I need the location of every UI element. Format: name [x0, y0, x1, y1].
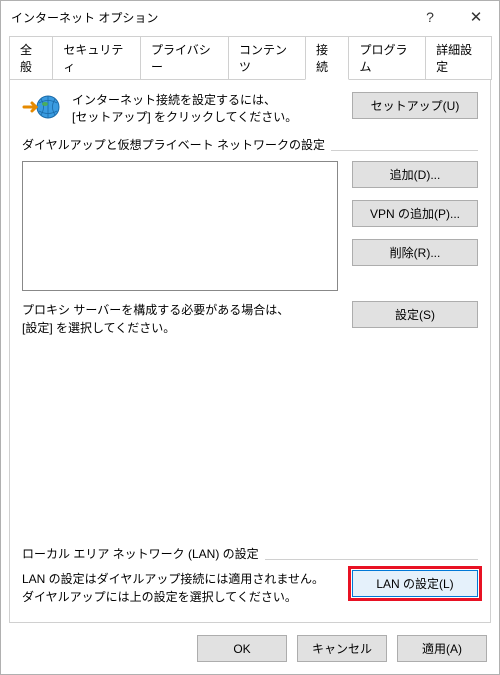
proxy-line2: [設定] を選択してください。 — [22, 319, 338, 337]
lan-line1: LAN の設定はダイヤルアップ接続には適用されません。 — [22, 570, 338, 588]
globe-icon — [22, 92, 62, 122]
window-title: インターネット オプション — [11, 9, 407, 26]
apply-button[interactable]: 適用(A) — [397, 635, 487, 662]
tab-content[interactable]: コンテンツ — [228, 36, 306, 80]
lan-settings-button[interactable]: LAN の設定(L) — [352, 570, 478, 597]
settings-button[interactable]: 設定(S) — [352, 301, 478, 328]
lan-group-label: ローカル エリア ネットワーク (LAN) の設定 — [22, 547, 265, 561]
setup-button[interactable]: セットアップ(U) — [352, 92, 478, 119]
client-area: 全般 セキュリティ プライバシー コンテンツ 接続 プログラム 詳細設定 インタ… — [1, 33, 499, 623]
proxy-line1: プロキシ サーバーを構成する必要がある場合は、 — [22, 301, 338, 319]
add-vpn-button[interactable]: VPN の追加(P)... — [352, 200, 478, 227]
dialup-group-label: ダイヤルアップと仮想プライベート ネットワークの設定 — [22, 138, 331, 152]
dialup-listbox[interactable] — [22, 161, 338, 291]
proxy-text: プロキシ サーバーを構成する必要がある場合は、 [設定] を選択してください。 — [22, 301, 338, 337]
lan-text: LAN の設定はダイヤルアップ接続には適用されません。 ダイヤルアップには上の設… — [22, 570, 338, 606]
setup-text: インターネット接続を設定するには、 [セットアップ] をクリックしてください。 — [72, 92, 342, 126]
remove-button[interactable]: 削除(R)... — [352, 239, 478, 266]
tab-general[interactable]: 全般 — [9, 36, 53, 80]
dialog-footer: OK キャンセル 適用(A) — [1, 623, 499, 674]
tab-strip: 全般 セキュリティ プライバシー コンテンツ 接続 プログラム 詳細設定 — [9, 35, 491, 79]
lan-line2: ダイヤルアップには上の設定を選択してください。 — [22, 588, 338, 606]
connections-pane: インターネット接続を設定するには、 [セットアップ] をクリックしてください。 … — [9, 79, 491, 623]
internet-options-dialog: インターネット オプション ? ✕ 全般 セキュリティ プライバシー コンテンツ… — [0, 0, 500, 675]
tab-programs[interactable]: プログラム — [348, 36, 426, 80]
setup-line2: [セットアップ] をクリックしてください。 — [72, 109, 342, 126]
help-icon: ? — [426, 9, 434, 25]
titlebar: インターネット オプション ? ✕ — [1, 1, 499, 33]
setup-row: インターネット接続を設定するには、 [セットアップ] をクリックしてください。 … — [22, 92, 478, 126]
help-button[interactable]: ? — [407, 1, 453, 33]
close-icon: ✕ — [470, 8, 483, 26]
tab-privacy[interactable]: プライバシー — [140, 36, 229, 80]
cancel-button[interactable]: キャンセル — [297, 635, 387, 662]
dialup-group: ダイヤルアップと仮想プライベート ネットワークの設定 追加(D)... VPN … — [22, 136, 478, 337]
tab-connections[interactable]: 接続 — [305, 36, 349, 80]
tab-advanced[interactable]: 詳細設定 — [425, 36, 492, 80]
lan-group: ローカル エリア ネットワーク (LAN) の設定 LAN の設定はダイヤルアッ… — [22, 545, 478, 606]
ok-button[interactable]: OK — [197, 635, 287, 662]
close-button[interactable]: ✕ — [453, 1, 499, 33]
add-button[interactable]: 追加(D)... — [352, 161, 478, 188]
tab-security[interactable]: セキュリティ — [52, 36, 141, 80]
setup-line1: インターネット接続を設定するには、 — [72, 92, 342, 109]
